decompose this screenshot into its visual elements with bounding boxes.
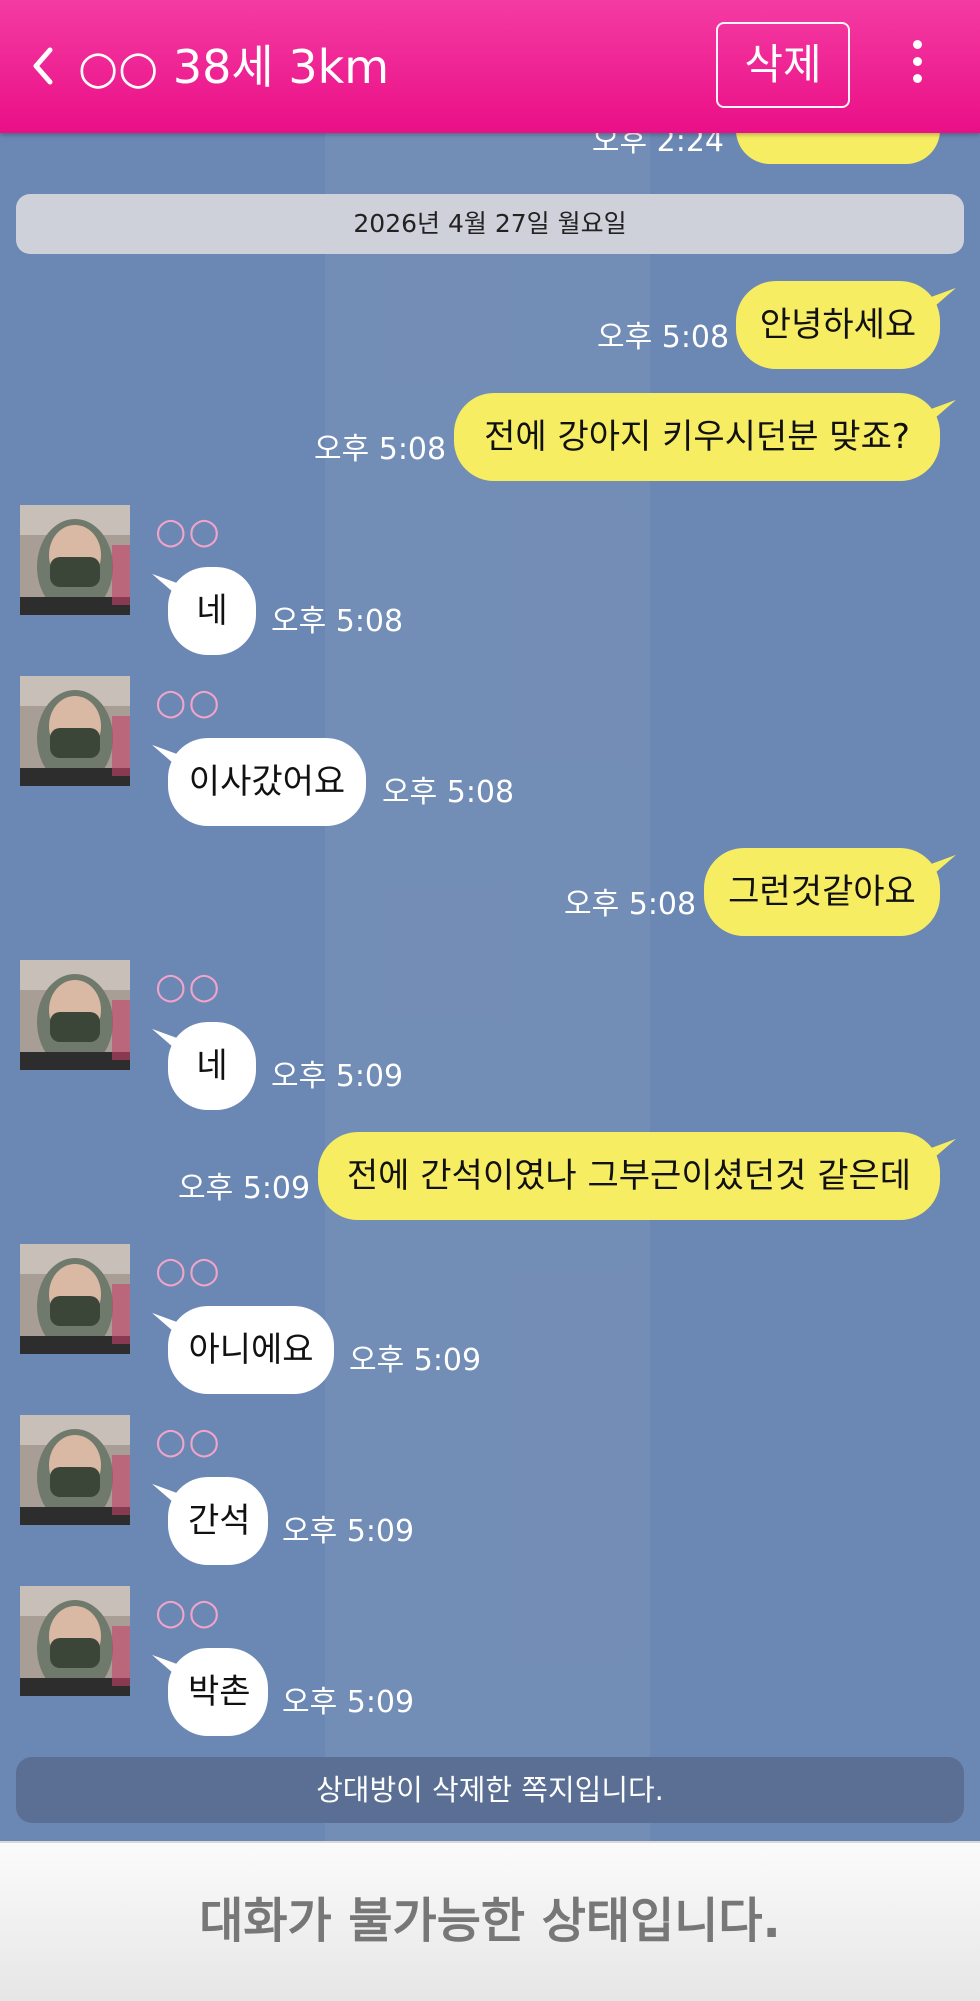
their-message-bubble[interactable]: 간석	[168, 1477, 268, 1565]
message-time: 오후 5:09	[282, 1514, 415, 1549]
message-time: 오후 5:08	[382, 775, 515, 810]
my-message-bubble[interactable]: 전에 강아지 키우시던분 맞죠?	[454, 393, 940, 481]
my-message-bubble[interactable]: 안녕하세요	[736, 281, 940, 369]
profile-photo	[20, 1415, 130, 1525]
deleted-message-notice: 상대방이 삭제한 쪽지입니다.	[16, 1757, 964, 1823]
chat-disabled-footer: 대화가 불가능한 상태입니다.	[0, 1841, 980, 2001]
sender-name: ○○	[155, 511, 222, 552]
sender-name: ○○	[155, 1592, 222, 1633]
message-time: 오후 5:08	[271, 604, 404, 639]
avatar[interactable]	[20, 505, 130, 615]
message-time: 오후 5:08	[564, 887, 697, 922]
chat-header: ○○ 38세 3km 삭제	[0, 0, 980, 133]
message-time: 오후 5:08	[597, 320, 730, 355]
sender-name: ○○	[155, 966, 222, 1007]
profile-photo	[20, 960, 130, 1070]
sender-name: ○○	[155, 682, 222, 723]
message-time: 오후 5:09	[271, 1059, 404, 1094]
avatar[interactable]	[20, 676, 130, 786]
more-vertical-icon[interactable]	[900, 40, 934, 92]
date-divider: 2026년 4월 27일 월요일	[16, 194, 964, 254]
message-time: 오후 5:08	[314, 432, 447, 467]
avatar[interactable]	[20, 1244, 130, 1354]
my-message-bubble[interactable]: 그런것같아요	[704, 848, 940, 936]
message-time: 오후 5:09	[349, 1343, 482, 1378]
chat-title: ○○ 38세 3km	[78, 40, 390, 94]
their-message-bubble[interactable]: 이사갔어요	[168, 738, 366, 826]
delete-button[interactable]: 삭제	[716, 22, 850, 108]
sender-name: ○○	[155, 1250, 222, 1291]
profile-photo	[20, 676, 130, 786]
profile-photo	[20, 505, 130, 615]
their-message-bubble[interactable]: 네	[168, 567, 256, 655]
my-message-bubble[interactable]: 전에 간석이였나 그부근이셨던것 같은데	[318, 1132, 940, 1220]
background-band	[325, 133, 650, 1841]
message-time: 오후 5:09	[282, 1685, 415, 1720]
chevron-left-icon[interactable]	[28, 44, 58, 88]
their-message-bubble[interactable]: 네	[168, 1022, 256, 1110]
avatar[interactable]	[20, 960, 130, 1070]
avatar[interactable]	[20, 1586, 130, 1696]
sender-name: ○○	[155, 1421, 222, 1462]
profile-photo	[20, 1586, 130, 1696]
avatar[interactable]	[20, 1415, 130, 1525]
message-time: 오후 5:09	[178, 1171, 311, 1206]
their-message-bubble[interactable]: 박촌	[168, 1648, 268, 1736]
profile-photo	[20, 1244, 130, 1354]
their-message-bubble[interactable]: 아니에요	[168, 1306, 334, 1394]
